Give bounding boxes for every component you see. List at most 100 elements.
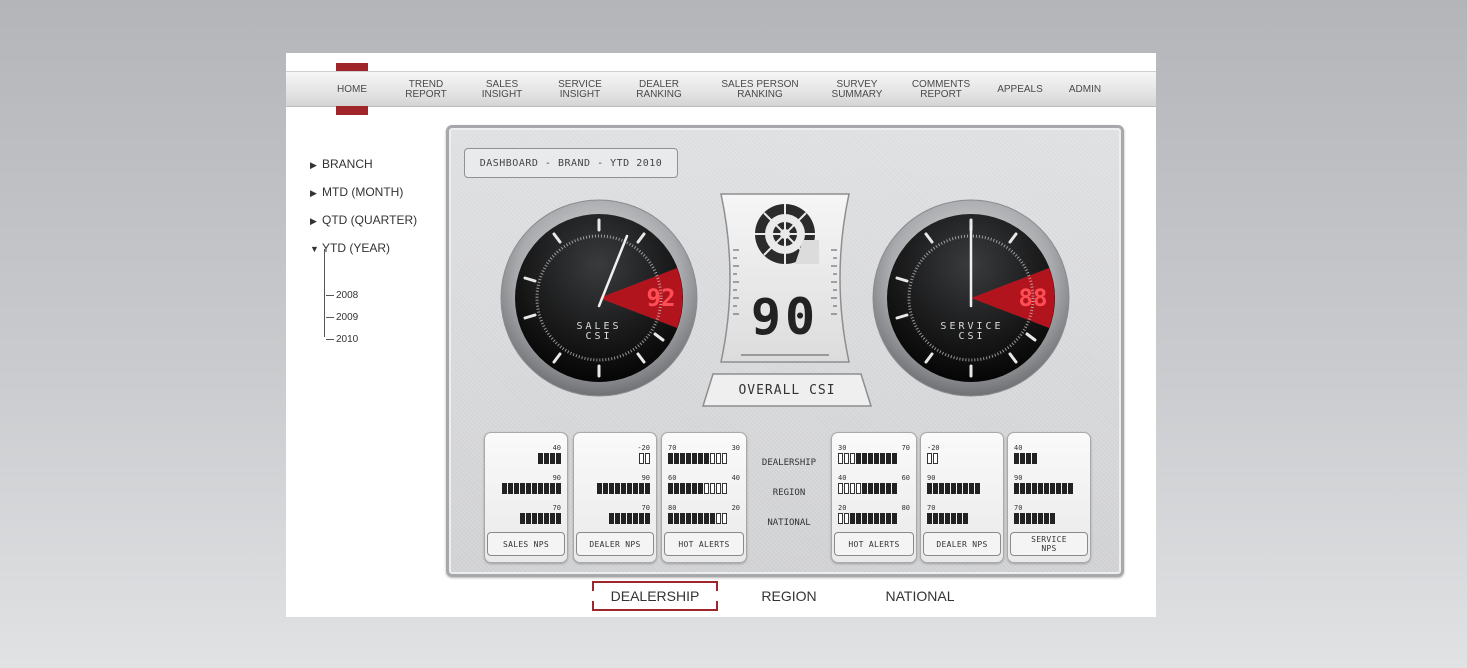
bar-value: -20 — [927, 444, 940, 452]
bar-row: 70 — [927, 504, 997, 524]
bar-row: 20 80 — [838, 505, 910, 524]
bar-value: 40 — [1014, 444, 1023, 452]
sales-csi-gauge: 92 SALES CSI — [499, 198, 699, 398]
bar-row: -20 — [580, 444, 650, 464]
bar-graphic — [502, 483, 561, 494]
sidebar-item-branch[interactable]: ▶ BRANCH — [310, 157, 373, 171]
tab-dealership[interactable]: DEALERSHIP — [592, 581, 718, 611]
nav-service-insight[interactable]: SERVICE INSIGHT — [548, 72, 612, 108]
bar-graphic — [838, 483, 897, 494]
bar-row: 80 20 — [668, 504, 740, 524]
tab-label: NATIONAL — [885, 588, 955, 604]
bar-row: 70 30 — [668, 444, 740, 464]
year-item-2009[interactable]: 2009 — [326, 312, 358, 323]
nav-sales-insight[interactable]: SALES INSIGHT — [472, 72, 532, 108]
bar-value: 30 — [838, 444, 847, 452]
sidebar-item-label: QTD (QUARTER) — [322, 213, 418, 227]
overall-csi-value: 90 — [750, 288, 820, 346]
overall-csi-label-box: OVERALL CSI — [699, 372, 875, 408]
bar-value: -20 — [637, 444, 650, 452]
metric-card-hot-alerts-left[interactable]: 70 30 60 40 80 20 HOT ALERTS — [661, 432, 747, 563]
sidebar-item-mtd[interactable]: ▶ MTD (MONTH) — [310, 185, 403, 199]
tree-line — [324, 249, 325, 337]
bar-row: 90 — [1014, 474, 1084, 494]
bar-graphic — [838, 453, 897, 464]
tab-corner-mark — [592, 601, 594, 609]
dashboard-panel: DASHBOARD - BRAND - YTD 2010 92 SALES CS… — [446, 125, 1124, 577]
row-label-national: NATIONAL — [767, 518, 811, 528]
bar-row: 70 — [1014, 504, 1084, 524]
row-label-region: REGION — [772, 488, 806, 498]
nav-appeals[interactable]: APPEALS — [990, 72, 1050, 108]
bar-graphic — [838, 513, 897, 524]
nav-survey-summary[interactable]: SURVEY SUMMARY — [822, 72, 892, 108]
bar-graphic — [668, 453, 727, 464]
row-label-dealership: DEALERSHIP — [761, 458, 817, 468]
service-csi-label: SERVICE CSI — [927, 322, 1017, 342]
bar-graphic — [668, 483, 727, 494]
sidebar-item-label: YTD (YEAR) — [322, 241, 391, 255]
tab-region[interactable]: REGION — [746, 581, 832, 611]
dashboard-title: DASHBOARD - BRAND - YTD 2010 — [464, 148, 678, 178]
bar-graphic — [927, 513, 968, 524]
overall-csi-display: 90 — [719, 190, 851, 366]
year-item-2010[interactable]: 2010 — [326, 334, 358, 345]
nav-admin[interactable]: ADMIN — [1060, 72, 1110, 108]
sidebar-item-qtd[interactable]: ▶ QTD (QUARTER) — [310, 213, 417, 227]
service-csi-gauge: 88 SERVICE CSI — [871, 198, 1071, 398]
bar-value: 20 — [731, 504, 740, 512]
bar-value: 90 — [1014, 474, 1023, 482]
top-nav: HOME TREND REPORT SALES INSIGHT SERVICE … — [286, 71, 1156, 107]
nav-dealer-ranking[interactable]: DEALER RANKING — [626, 72, 692, 108]
bar-value: 70 — [668, 444, 677, 452]
triangle-right-icon: ▶ — [310, 160, 317, 170]
metric-card-service-nps[interactable]: 40 90 70 SERVICE NPS — [1007, 432, 1091, 563]
tab-national[interactable]: NATIONAL — [872, 581, 968, 611]
bar-value: 70 — [1014, 504, 1023, 512]
metric-card-dealer-nps-right[interactable]: -20 90 70 DEALER NPS — [920, 432, 1004, 563]
bar-row: 90 — [580, 474, 650, 494]
card-label: HOT ALERTS — [834, 532, 914, 556]
nav-home[interactable]: HOME — [326, 72, 378, 108]
bar-value: 40 — [838, 474, 847, 482]
bar-graphic — [668, 513, 727, 524]
bar-graphic — [597, 483, 650, 494]
tab-corner-mark — [716, 583, 718, 591]
bar-row: 60 40 — [668, 475, 740, 494]
bar-graphic — [1014, 483, 1073, 494]
bar-value: 80 — [668, 504, 677, 512]
bar-graphic — [639, 453, 650, 464]
row-labels: DEALERSHIP REGION NATIONAL — [751, 432, 827, 562]
metric-card-sales-nps[interactable]: 40 90 70 SALES NPS — [484, 432, 568, 563]
nav-comments-report[interactable]: COMMENTS REPORT — [902, 72, 980, 108]
metric-card-dealer-nps[interactable]: -20 90 70 DEALER NPS — [573, 432, 657, 563]
service-csi-value: 88 — [1018, 284, 1048, 312]
sales-label-line2: CSI — [585, 331, 613, 342]
bar-row: 40 60 — [838, 474, 910, 494]
nav-sales-person-ranking[interactable]: SALES PERSON RANKING — [710, 72, 810, 108]
sidebar-item-ytd[interactable]: ▼ YTD (YEAR) — [310, 241, 390, 255]
bar-value: 70 — [927, 504, 936, 512]
service-label-line2: CSI — [958, 331, 986, 342]
metric-card-hot-alerts-right[interactable]: 30 70 40 60 20 80 HOT ALERTS — [831, 432, 917, 563]
year-item-2008[interactable]: 2008 — [326, 290, 358, 301]
bar-graphic — [1014, 453, 1037, 464]
bar-graphic — [1014, 513, 1055, 524]
bar-value: 60 — [901, 474, 910, 482]
bar-graphic — [927, 483, 980, 494]
bar-graphic — [609, 513, 650, 524]
bar-value: 90 — [641, 474, 650, 482]
bar-graphic — [927, 453, 938, 464]
bar-row: 90 — [491, 475, 561, 494]
bar-value: 70 — [901, 444, 910, 452]
bar-row: -20 — [927, 444, 997, 464]
card-label: DEALER NPS — [576, 532, 654, 556]
sales-csi-label: SALES CSI — [559, 322, 639, 342]
triangle-right-icon: ▶ — [310, 188, 317, 198]
nav-trend-report[interactable]: TREND REPORT — [396, 72, 456, 108]
card-label: DEALER NPS — [923, 532, 1001, 556]
bar-row: 90 — [927, 475, 997, 494]
tab-label: REGION — [761, 588, 817, 604]
sidebar-item-label: MTD (MONTH) — [322, 185, 404, 199]
home-active-marker-bottom — [336, 106, 368, 115]
